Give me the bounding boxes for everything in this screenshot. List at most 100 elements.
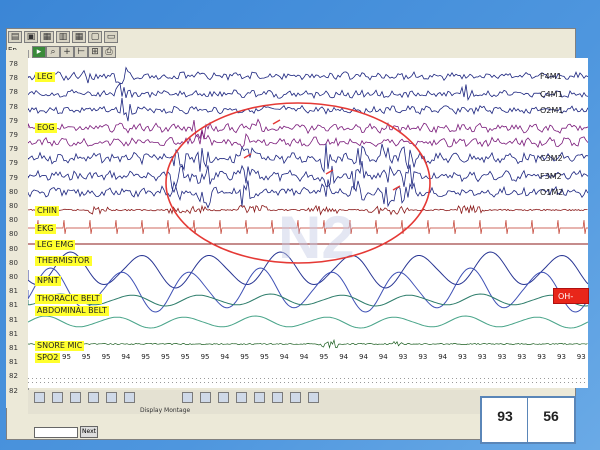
eeg-trace: [28, 66, 588, 85]
spo2-value: 94: [378, 353, 388, 361]
open-icon[interactable]: ▤: [8, 31, 22, 43]
grid-icon[interactable]: [70, 392, 81, 403]
channel-derivation: C3M2: [540, 154, 563, 163]
list-icon[interactable]: [106, 392, 117, 403]
epoch-number[interactable]: 79: [9, 159, 18, 167]
select-tool-icon[interactable]: ▸: [32, 46, 46, 58]
eeg-trace: [28, 118, 588, 140]
spo2-value: 94: [438, 353, 448, 361]
signal-trace-area[interactable]: N2: [28, 58, 588, 374]
channel-label: THORACIC BELT: [35, 294, 102, 304]
spo2-value: 93: [458, 353, 467, 361]
secondary-toolbar: ▸ ⌕ + ⊢ ⊞ ⎙: [32, 46, 122, 58]
add-icon[interactable]: +: [60, 46, 74, 58]
spo2-value: 95: [180, 353, 190, 361]
flag-icon[interactable]: [272, 392, 283, 403]
readout-left-value: 93: [497, 408, 513, 424]
spo2-value: 95: [260, 353, 269, 361]
epoch-number[interactable]: 82: [9, 387, 18, 395]
channel-label: SPO2: [35, 353, 61, 363]
spo2-value: 94: [359, 353, 368, 361]
epoch-number[interactable]: 80: [9, 216, 18, 224]
panel-icon[interactable]: ▭: [104, 31, 118, 43]
epoch-number[interactable]: 78: [9, 60, 18, 68]
pin-icon[interactable]: [236, 392, 247, 403]
main-toolbar: ▤ ▣ ▦ ▥ ▦ ▢ ▭: [8, 31, 120, 45]
save-icon[interactable]: ▣: [24, 31, 38, 43]
epoch-number[interactable]: 80: [9, 245, 18, 253]
spo2-value: 93: [477, 353, 487, 361]
epoch-number[interactable]: 80: [9, 188, 18, 196]
epoch-number[interactable]: 80: [9, 202, 18, 210]
go-button[interactable]: Next: [80, 426, 98, 438]
spo2-value: 94: [279, 353, 289, 361]
display-montage-label[interactable]: Display Montage: [140, 407, 200, 416]
marker-icon[interactable]: ⊢: [74, 46, 88, 58]
spo2-value: 93: [576, 353, 586, 361]
spo2-value: 95: [101, 353, 111, 361]
epoch-number[interactable]: 78: [9, 74, 18, 82]
window-icon[interactable]: ▢: [88, 31, 102, 43]
chart-icon[interactable]: [88, 392, 99, 403]
spo2-value: 95: [141, 353, 151, 361]
epoch-number[interactable]: 78: [9, 103, 18, 111]
hypnogram-dots: [28, 377, 588, 385]
epoch-number[interactable]: 81: [9, 358, 18, 366]
epoch-number[interactable]: 78: [9, 88, 18, 96]
epoch-number[interactable]: 81: [9, 287, 18, 295]
spo2-value: 94: [220, 353, 230, 361]
eeg-trace: [28, 82, 588, 102]
zoom-icon[interactable]: ⌕: [46, 46, 60, 58]
print-icon[interactable]: ⎙: [102, 46, 116, 58]
layout-icon[interactable]: [52, 392, 63, 403]
epoch-number[interactable]: 80: [9, 273, 18, 281]
channel-label: LEG EMG: [35, 240, 76, 250]
gear-icon[interactable]: [218, 392, 229, 403]
spo2-value: 95: [200, 353, 210, 361]
epoch-number[interactable]: 79: [9, 174, 18, 182]
table-icon[interactable]: ▥: [56, 31, 70, 43]
filter-icon[interactable]: [182, 392, 193, 403]
epoch-number[interactable]: 79: [9, 131, 18, 139]
spo2-value: 93: [537, 353, 547, 361]
layout-icon[interactable]: ▦: [40, 31, 54, 43]
table-icon[interactable]: [200, 392, 211, 403]
spo2-value: 93: [398, 353, 408, 361]
epoch-number[interactable]: 80: [9, 259, 18, 267]
spo2-value: 95: [81, 353, 91, 361]
pen-icon[interactable]: [124, 392, 135, 403]
tools-icon[interactable]: [290, 392, 301, 403]
eeg-trace: [28, 97, 588, 122]
epoch-number[interactable]: 79: [9, 145, 18, 153]
epoch-number[interactable]: 79: [9, 117, 18, 125]
play-icon[interactable]: [34, 392, 45, 403]
channel-derivation: O2M1: [540, 106, 564, 115]
channel-label: EKG: [35, 224, 56, 234]
eeg-trace: [28, 131, 588, 149]
channel-label: SNORE MIC: [35, 341, 85, 351]
measure-icon[interactable]: ⊞: [88, 46, 102, 58]
eeg-trace: [28, 143, 588, 174]
snore-mic-trace: [28, 338, 588, 349]
spo2-value: 93: [517, 353, 527, 361]
channel-derivation: O1M2: [540, 188, 564, 197]
epoch-number[interactable]: 80: [9, 230, 18, 238]
spo2-value: 94: [339, 353, 349, 361]
readout-right-value: 56: [543, 408, 559, 424]
brain-icon[interactable]: [254, 392, 265, 403]
monitor-icon[interactable]: [308, 392, 319, 403]
alert-badge[interactable]: OH-: [553, 288, 589, 304]
spo2-value: 94: [299, 353, 309, 361]
epoch-number[interactable]: 81: [9, 344, 18, 352]
channel-label: LEG: [35, 72, 55, 82]
spo2-value: 95: [62, 353, 71, 361]
stage-watermark: N2: [278, 204, 355, 271]
signal-traces: N2: [28, 66, 588, 349]
position-input[interactable]: [34, 427, 78, 438]
grid-icon[interactable]: ▦: [72, 31, 86, 43]
epoch-number[interactable]: 81: [9, 316, 18, 324]
epoch-number[interactable]: 82: [9, 372, 18, 380]
epoch-number[interactable]: 81: [9, 330, 18, 338]
spo2-value: 95: [319, 353, 329, 361]
epoch-number[interactable]: 81: [9, 301, 18, 309]
